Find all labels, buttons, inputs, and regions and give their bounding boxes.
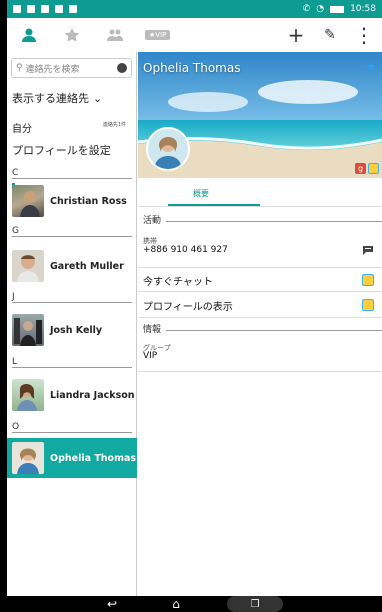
edit-button[interactable]: ✎ [320, 24, 340, 46]
message-icon[interactable] [362, 241, 374, 255]
navigation-bar: ↩ ⌂ ❐ [0, 596, 382, 612]
tab-favorites[interactable] [58, 21, 86, 49]
filter-dropdown[interactable]: 表示する連絡先 ⌄ [12, 90, 136, 106]
home-icon[interactable]: ⌂ [163, 597, 189, 611]
recent-apps-button[interactable]: ❐ [227, 596, 283, 612]
contacts-app: ✆ ◔ 10:58 ★VIP + ✎ ⋮ ⚲ 連絡先を検索 表示する連絡先 ⌄ … [7, 0, 382, 612]
detail-tabs: 概要 [138, 184, 382, 210]
show-profile-label: プロフィールの表示 [143, 302, 233, 313]
contact-name: Christian Ross [50, 195, 127, 207]
cloud-icon [55, 5, 63, 13]
settings-icon [69, 5, 77, 13]
own-count: 連絡先1件 [102, 122, 126, 128]
avatar [12, 379, 44, 411]
search-placeholder: 連絡先を検索 [25, 64, 80, 75]
image-icon [41, 5, 49, 13]
tab-overview[interactable]: 概要 [193, 188, 209, 199]
group-item: グループ VIP [138, 336, 382, 372]
tab-divider [138, 206, 382, 207]
contact-detail-pane: Ophelia Thomas ★ g 概要 活動 携帯 +886 910 461… [138, 52, 382, 596]
chat-now-label: 今すぐチャット [143, 277, 213, 288]
groups-icon [107, 29, 124, 41]
phone-item[interactable]: 携帯 +886 910 461 927 [138, 230, 382, 268]
contact-row-ophelia-thomas[interactable]: Ophelia Thomas [7, 438, 137, 478]
own-label: 自分 [12, 124, 32, 135]
chevron-down-icon: ⌄ [93, 91, 103, 105]
show-profile-item[interactable]: プロフィールの表示 [138, 292, 382, 318]
contact-name: Josh Kelly [50, 324, 103, 336]
search-icon: ⚲ [16, 63, 23, 73]
wifi-icon: ◔ [316, 4, 325, 14]
contact-tabs [7, 21, 137, 49]
back-icon[interactable]: ↩ [99, 597, 125, 611]
clock: 10:58 [350, 4, 376, 14]
notification-icons [13, 5, 77, 13]
vip-label: VIP [155, 31, 167, 39]
person-icon [21, 28, 36, 42]
contact-row-gareth-muller[interactable]: Gareth Muller [12, 246, 136, 286]
toolbar-actions: + ✎ ⋮ [286, 23, 382, 47]
download-icon [27, 5, 35, 13]
overflow-icon: ⋮ [354, 23, 374, 47]
add-contact-button[interactable]: + [286, 23, 306, 47]
contact-row-christian-ross[interactable]: Christian Ross [12, 181, 136, 221]
battery-icon [330, 5, 345, 13]
tab-contacts[interactable] [15, 21, 43, 49]
notification-icon [13, 5, 21, 13]
system-icons: ✆ ◔ 10:58 [303, 4, 376, 14]
chat-now-item[interactable]: 今すぐチャット [138, 268, 382, 292]
contact-row-liandra-jackson[interactable]: Liandra Jackson [12, 375, 136, 415]
contact-name: Ophelia Thomas [50, 452, 137, 464]
own-profile-section: 自分 連絡先1件 [7, 118, 136, 136]
section-header-c: C [12, 168, 132, 179]
search-input[interactable]: ⚲ 連絡先を検索 [11, 58, 132, 78]
pencil-icon: ✎ [324, 27, 336, 43]
contact-list-pane: ⚲ 連絡先を検索 表示する連絡先 ⌄ 自分 連絡先1件 プロフィールを設定 C … [7, 52, 137, 596]
filter-label: 表示する連絡先 [12, 92, 89, 105]
group-value: VIP [143, 351, 158, 361]
contact-name: Gareth Muller [50, 260, 124, 272]
status-bar: ✆ ◔ 10:58 [7, 0, 382, 18]
star-icon [64, 28, 80, 42]
set-profile-link[interactable]: プロフィールを設定 [12, 142, 111, 158]
section-header-o: O [12, 422, 132, 433]
plus-icon: + [287, 23, 305, 47]
vip-tab[interactable]: ★VIP [145, 30, 171, 40]
chat-app-icon[interactable] [362, 299, 374, 311]
avatar [12, 442, 44, 474]
activity-divider [166, 221, 382, 222]
info-header: 情報 [143, 325, 162, 335]
section-header-l: L [12, 357, 132, 368]
section-header-g: G [12, 226, 132, 237]
chat-app-icon[interactable] [368, 163, 379, 174]
contact-name: Liandra Jackson [50, 389, 135, 401]
contact-title: Ophelia Thomas [143, 61, 241, 75]
toolbar: ★VIP + ✎ ⋮ [7, 18, 382, 52]
section-header-j: J [12, 292, 132, 303]
tab-groups[interactable] [101, 21, 129, 49]
phone-value: +886 910 461 927 [143, 245, 228, 255]
cover-photo: Ophelia Thomas ★ g [138, 52, 382, 178]
activity-header: 活動 [143, 216, 162, 226]
voice-search-icon[interactable] [117, 63, 127, 73]
info-divider [166, 330, 382, 331]
favorite-star-icon[interactable]: ★ [366, 60, 376, 73]
recent-apps-icon: ❐ [250, 598, 260, 610]
chat-app-icon[interactable] [362, 274, 374, 286]
avatar [12, 314, 44, 346]
avatar [12, 185, 44, 217]
avatar [12, 250, 44, 282]
more-options-button[interactable]: ⋮ [354, 23, 374, 47]
google-plus-icon[interactable]: g [355, 163, 366, 174]
profile-photo[interactable] [146, 127, 190, 171]
phone-icon: ✆ [302, 4, 311, 14]
contact-row-josh-kelly[interactable]: Josh Kelly [12, 310, 136, 350]
